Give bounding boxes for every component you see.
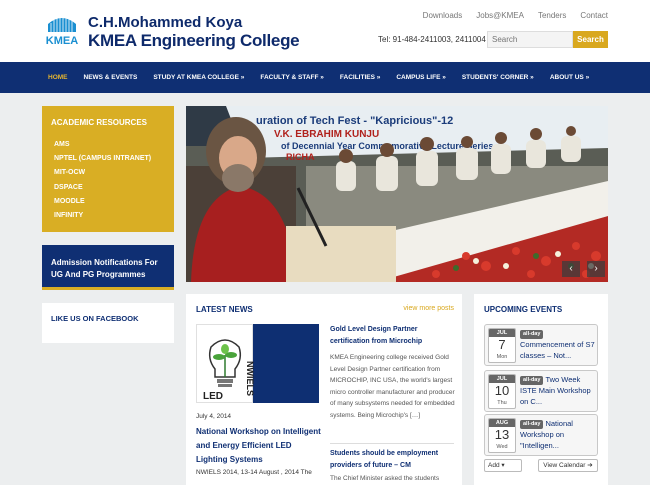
nav-facilities[interactable]: FACILITIES »: [332, 62, 388, 93]
all-day-badge: all-day: [520, 330, 544, 339]
nav-study[interactable]: STUDY AT KMEA COLLEGE »: [145, 62, 252, 93]
news-date: July 4, 2014: [196, 413, 232, 420]
news-divider: [330, 443, 454, 444]
admission-notifications[interactable]: Admission Notifications For UG And PG Pr…: [42, 245, 174, 290]
main-nav: HOME NEWS & EVENTS STUDY AT KMEA COLLEGE…: [0, 62, 650, 93]
svg-text:LED: LED: [203, 391, 223, 402]
resource-nptel[interactable]: NPTEL (CAMPUS INTRANET): [42, 152, 174, 166]
event-title[interactable]: all-dayCommencement of S7 classes – Not.…: [520, 328, 598, 361]
plant-bulb-icon: LED NWIELS: [203, 339, 255, 402]
nav-home[interactable]: HOME: [40, 62, 76, 93]
slide-photo: uration of Tech Fest - "Kapricious"-12 V…: [186, 106, 608, 282]
news-excerpt-3: The Chief Minister asked the students: [330, 475, 440, 482]
downloads-link[interactable]: Downloads: [423, 11, 463, 20]
telephone-info: Tel: 91-484-2411003, 2411004: [378, 35, 486, 44]
nav-faculty[interactable]: FACULTY & STAFF »: [252, 62, 332, 93]
event-date-badge: AUG 13 Wed: [488, 418, 516, 453]
news-headline-1[interactable]: National Workshop on Intelligent and Ene…: [196, 425, 321, 467]
news-headline-3[interactable]: Students should be employment providers …: [330, 448, 455, 472]
latest-news-panel: LATEST NEWS view more posts LED NWIELS J…: [186, 294, 462, 485]
resource-infinity[interactable]: INFINITY: [42, 209, 174, 223]
resource-ams[interactable]: AMS: [42, 138, 174, 152]
event-date-badge: JUL 10 Thu: [488, 374, 516, 409]
resource-moodle[interactable]: MOODLE: [42, 195, 174, 209]
upcoming-events-panel: UPCOMING EVENTS JUL 7 Mon all-dayCommenc…: [474, 294, 608, 485]
latest-news-title: LATEST NEWS: [196, 305, 253, 314]
event-item[interactable]: AUG 13 Wed all-day National Workshop on "…: [484, 414, 598, 456]
search-button[interactable]: Search: [573, 31, 608, 48]
svg-text:KMEA: KMEA: [46, 35, 78, 47]
academic-resources-panel: ACADEMIC RESOURCES AMS NPTEL (CAMPUS INT…: [42, 106, 174, 232]
nav-news-events[interactable]: NEWS & EVENTS: [76, 62, 146, 93]
kmea-logo[interactable]: KMEA: [42, 10, 82, 50]
admission-text: Admission Notifications For UG And PG Pr…: [51, 258, 158, 279]
event-item[interactable]: JUL 10 Thu all-day Two Week ISTE Main Wor…: [484, 370, 598, 412]
college-prefix: C.H.Mohammed Koya: [88, 14, 243, 31]
college-name[interactable]: KMEA Engineering College: [88, 31, 300, 51]
event-item[interactable]: JUL 7 Mon all-dayCommencement of S7 clas…: [484, 324, 598, 366]
svg-text:V.K. EBRAHIM KUNJU: V.K. EBRAHIM KUNJU: [274, 129, 379, 140]
resources-title: ACADEMIC RESOURCES: [51, 118, 148, 127]
news-headline-2[interactable]: Gold Level Design Partner certification …: [330, 324, 455, 348]
resource-dspace[interactable]: DSPACE: [42, 181, 174, 195]
nav-campus-life[interactable]: CAMPUS LIFE »: [388, 62, 453, 93]
jobs-link[interactable]: Jobs@KMEA: [476, 11, 524, 20]
news-excerpt-1: NWIELS 2014, 13-14 August , 2014 The: [196, 469, 312, 476]
all-day-badge: all-day: [520, 420, 544, 429]
nav-students-corner[interactable]: STUDENTS' CORNER »: [454, 62, 542, 93]
svg-text:RICHA: RICHA: [286, 152, 315, 162]
view-calendar-button[interactable]: View Calendar ➔: [538, 459, 598, 472]
svg-text:NWIELS: NWIELS: [245, 361, 254, 396]
facebook-title[interactable]: LIKE US ON FACEBOOK: [51, 314, 139, 323]
event-date-badge: JUL 7 Mon: [488, 328, 516, 363]
slider-prev-button[interactable]: ‹: [562, 261, 580, 277]
facebook-panel: LIKE US ON FACEBOOK: [42, 303, 174, 343]
add-event-button[interactable]: Add ▾: [484, 459, 522, 472]
event-title[interactable]: all-day Two Week ISTE Main Workshop on C.…: [520, 374, 598, 407]
nav-about-us[interactable]: ABOUT US »: [542, 62, 597, 93]
site-header: KMEA C.H.Mohammed Koya KMEA Engineering …: [0, 0, 650, 62]
all-day-badge: all-day: [520, 376, 544, 385]
contact-link[interactable]: Contact: [580, 11, 608, 20]
view-more-posts-link[interactable]: view more posts: [403, 305, 454, 312]
upcoming-events-title: UPCOMING EVENTS: [484, 305, 563, 314]
svg-text:uration of Tech Fest - "Kapric: uration of Tech Fest - "Kapricious"-12: [256, 115, 453, 127]
news-thumbnail[interactable]: LED NWIELS: [196, 324, 319, 403]
top-links: Downloads Jobs@KMEA Tenders Contact: [423, 11, 608, 20]
image-slider[interactable]: uration of Tech Fest - "Kapricious"-12 V…: [186, 106, 608, 282]
resource-mit-ocw[interactable]: MIT-OCW: [42, 166, 174, 180]
tenders-link[interactable]: Tenders: [538, 11, 566, 20]
slider-next-button[interactable]: ›: [587, 261, 605, 277]
news-excerpt-2: KMEA Engineering college received Gold L…: [330, 354, 455, 419]
search-input[interactable]: [487, 31, 573, 48]
event-title[interactable]: all-day National Workshop on "Intelligen.…: [520, 418, 598, 451]
